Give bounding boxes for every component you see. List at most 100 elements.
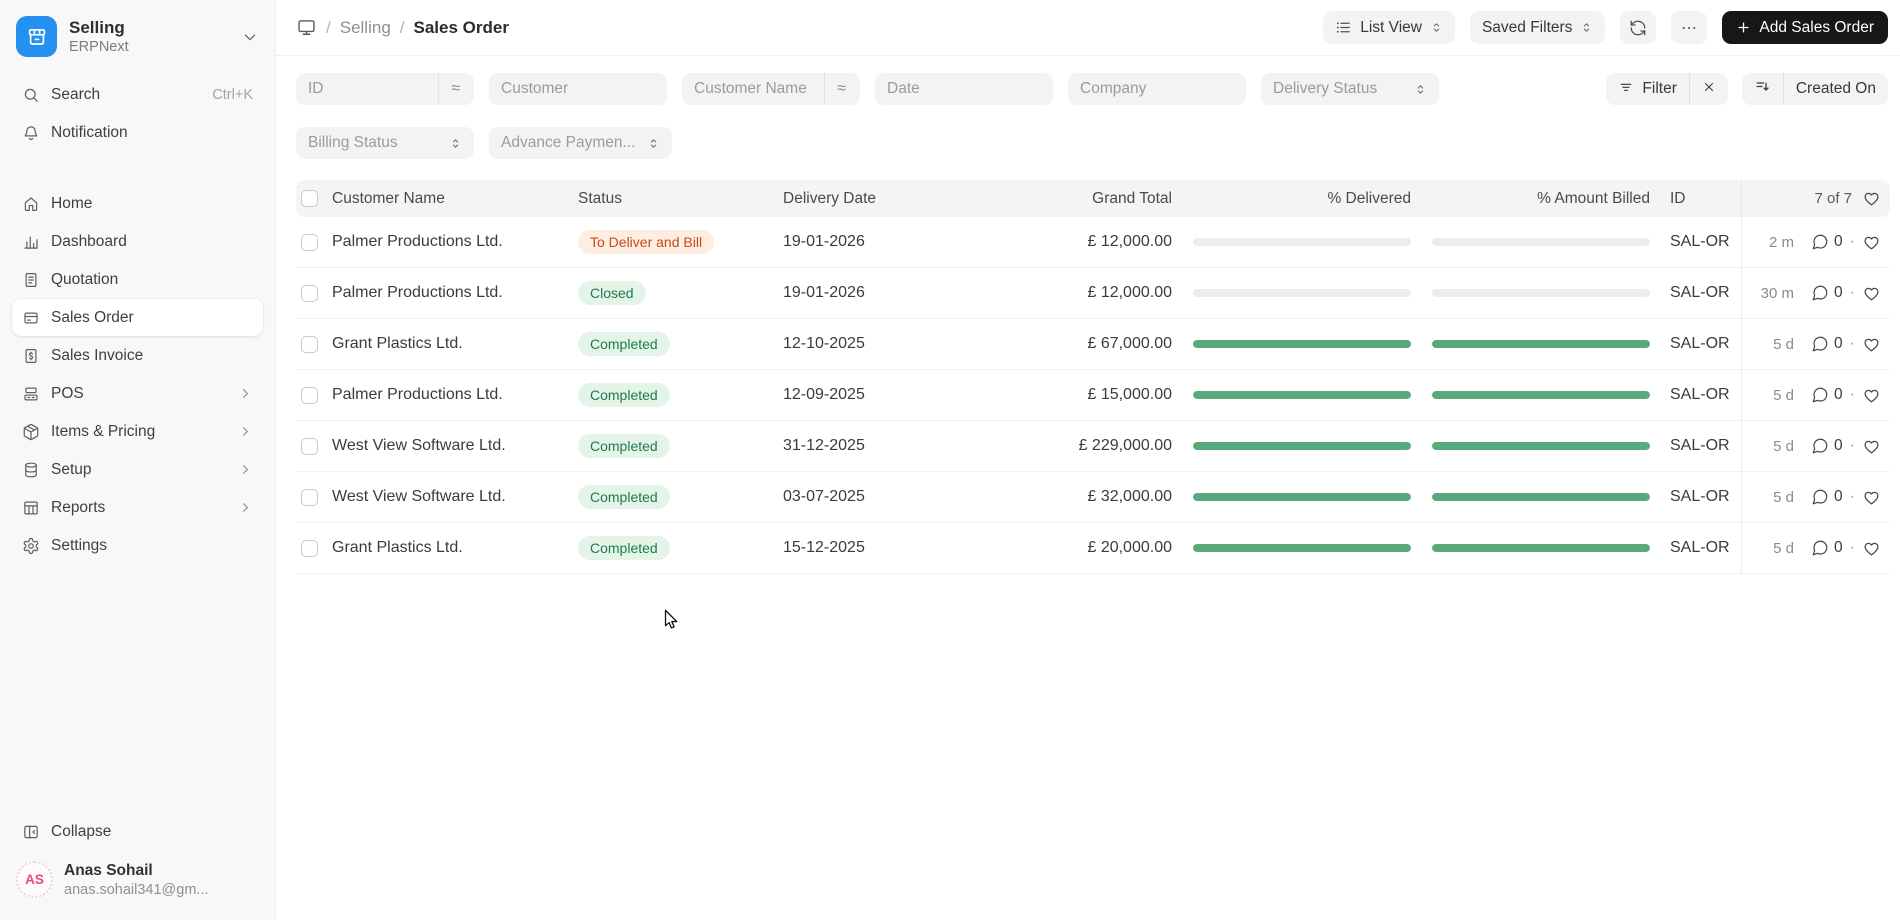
sidebar-item-search[interactable]: Search Ctrl+K (12, 76, 263, 113)
comments-button[interactable]: 0 (1811, 233, 1843, 251)
sidebar-item-notification[interactable]: Notification (12, 114, 263, 151)
monitor-icon[interactable] (296, 17, 317, 38)
comment-count: 0 (1834, 284, 1843, 301)
sidebar-bottom: Collapse AS Anas Sohail anas.sohail341@g… (0, 812, 275, 920)
document-id-cell: SAL-OR (1670, 335, 1730, 352)
customer-name-cell[interactable]: Grant Plastics Ltd. (332, 539, 578, 557)
setup-icon (22, 461, 40, 479)
row-checkbox[interactable] (301, 437, 318, 455)
row-checkbox[interactable] (301, 539, 318, 557)
bell-icon (22, 124, 40, 142)
app-root: Selling ERPNext Search Ctrl+K Notification… (0, 0, 1900, 920)
user-menu[interactable]: AS Anas Sohail anas.sohail341@gm... (0, 851, 275, 902)
column-header-customer[interactable]: Customer Name (332, 190, 578, 208)
column-header-grand-total[interactable]: Grand Total (988, 190, 1172, 208)
sidebar-item-sales-order[interactable]: Sales Order (12, 299, 263, 336)
sidebar-item-dashboard[interactable]: Dashboard (12, 223, 263, 260)
add-sales-order-button[interactable]: Add Sales Order (1722, 11, 1888, 44)
column-header-id[interactable]: ID (1650, 190, 1741, 208)
comments-button[interactable]: 0 (1811, 335, 1843, 353)
customer-name-cell[interactable]: Palmer Productions Ltd. (332, 284, 578, 302)
sales-order-list: Customer Name Status Delivery Date Grand… (296, 180, 1890, 574)
breadcrumb: / Selling / Sales Order (296, 17, 509, 38)
table-row[interactable]: West View Software Ltd. Completed 31-12-20… (296, 421, 1890, 472)
workspace-switcher[interactable]: Selling ERPNext (0, 0, 275, 67)
customer-name-cell[interactable]: Grant Plastics Ltd. (332, 335, 578, 353)
sidebar-item-quotation[interactable]: Quotation (12, 261, 263, 298)
like-button[interactable] (1862, 386, 1881, 405)
row-checkbox[interactable] (301, 233, 318, 251)
like-button[interactable] (1862, 437, 1881, 456)
sidebar-item-items-pricing[interactable]: Items & Pricing (12, 413, 263, 450)
sort-field-button[interactable]: Created On (1784, 73, 1888, 105)
customer-name-cell[interactable]: West View Software Ltd. (332, 488, 578, 506)
filter-date-input[interactable]: Date (875, 73, 1053, 105)
filter-customer-name-input[interactable]: Customer Name ≈ (682, 73, 860, 105)
chevron-right-icon (238, 462, 253, 477)
filter-button[interactable]: Filter (1606, 73, 1688, 105)
sidebar-item-settings[interactable]: Settings (12, 527, 263, 564)
customer-name-cell[interactable]: Palmer Productions Ltd. (332, 386, 578, 404)
comments-button[interactable]: 0 (1811, 386, 1843, 404)
sidebar-item-reports[interactable]: Reports (12, 489, 263, 526)
like-button[interactable] (1862, 539, 1881, 558)
sidebar-item-setup[interactable]: Setup (12, 451, 263, 488)
customer-name-cell[interactable]: West View Software Ltd. (332, 437, 578, 455)
like-button[interactable] (1862, 335, 1881, 354)
sort-direction-button[interactable] (1742, 73, 1783, 105)
like-button[interactable] (1862, 488, 1881, 507)
breadcrumb-section[interactable]: Selling (340, 18, 391, 38)
table-row[interactable]: Palmer Productions Ltd. Completed 12-09-20… (296, 370, 1890, 421)
sidebar-item-pos[interactable]: POS (12, 375, 263, 412)
row-checkbox[interactable] (301, 488, 318, 506)
table-row[interactable]: Grant Plastics Ltd. Completed 12-10-2025 £ … (296, 319, 1890, 370)
comments-button[interactable]: 0 (1811, 284, 1843, 302)
items-icon (22, 423, 40, 441)
table-row[interactable]: Palmer Productions Ltd. To Deliver and Bi… (296, 217, 1890, 268)
sidebar: Selling ERPNext Search Ctrl+K Notification… (0, 0, 276, 920)
column-header-status[interactable]: Status (578, 190, 783, 208)
column-header-amount-billed[interactable]: % Amount Billed (1411, 190, 1650, 208)
heart-icon[interactable] (1862, 189, 1881, 208)
row-checkbox[interactable] (301, 284, 318, 302)
like-button[interactable] (1862, 233, 1881, 252)
sidebar-item-home[interactable]: Home (12, 185, 263, 222)
filter-billing-status-select[interactable]: Billing Status (296, 127, 474, 159)
status-badge: Completed (578, 536, 670, 560)
filter-id-input[interactable]: ID ≈ (296, 73, 474, 105)
collapse-sidebar-button[interactable]: Collapse (12, 813, 263, 850)
sidebar-item-sales-invoice[interactable]: Sales Invoice (12, 337, 263, 374)
filter-company-input[interactable]: Company (1068, 73, 1246, 105)
column-header-delivery-date[interactable]: Delivery Date (783, 190, 988, 208)
filter-delivery-status-select[interactable]: Delivery Status (1261, 73, 1439, 105)
like-button[interactable] (1862, 284, 1881, 303)
comments-button[interactable]: 0 (1811, 539, 1843, 557)
table-row[interactable]: West View Software Ltd. Completed 03-07-20… (296, 472, 1890, 523)
comments-button[interactable]: 0 (1811, 488, 1843, 506)
row-checkbox[interactable] (301, 335, 318, 353)
keyboard-shortcut: Ctrl+K (212, 86, 253, 103)
table-row[interactable]: Grant Plastics Ltd. Completed 15-12-2025 £ … (296, 523, 1890, 574)
comments-button[interactable]: 0 (1811, 437, 1843, 455)
chevron-updown-icon (1580, 20, 1593, 35)
filter-customer-input[interactable]: Customer (489, 73, 667, 105)
page-title[interactable]: Sales Order (414, 18, 509, 38)
quotation-icon (22, 271, 40, 289)
select-all-checkbox[interactable] (301, 190, 318, 207)
refresh-button[interactable] (1620, 11, 1657, 44)
view-selector-button[interactable]: List View (1323, 11, 1455, 44)
filter-advance-paymen-select[interactable]: Advance Paymen... (489, 127, 673, 159)
approx-operator: ≈ (837, 80, 846, 97)
workspace-title: Selling (69, 17, 125, 37)
more-options-button[interactable] (1671, 11, 1708, 44)
document-id-cell: SAL-OR (1670, 437, 1730, 454)
table-row[interactable]: Palmer Productions Ltd. Closed 19-01-2026 £… (296, 268, 1890, 319)
sidebar-item-label: Notification (51, 123, 128, 141)
sales-order-icon (22, 309, 40, 327)
customer-name-cell[interactable]: Palmer Productions Ltd. (332, 233, 578, 251)
saved-filters-button[interactable]: Saved Filters (1469, 11, 1606, 44)
modified-time: 5 d (1773, 437, 1794, 455)
column-header-delivered[interactable]: % Delivered (1172, 190, 1411, 208)
row-checkbox[interactable] (301, 386, 318, 404)
clear-filter-button[interactable] (1690, 73, 1728, 105)
